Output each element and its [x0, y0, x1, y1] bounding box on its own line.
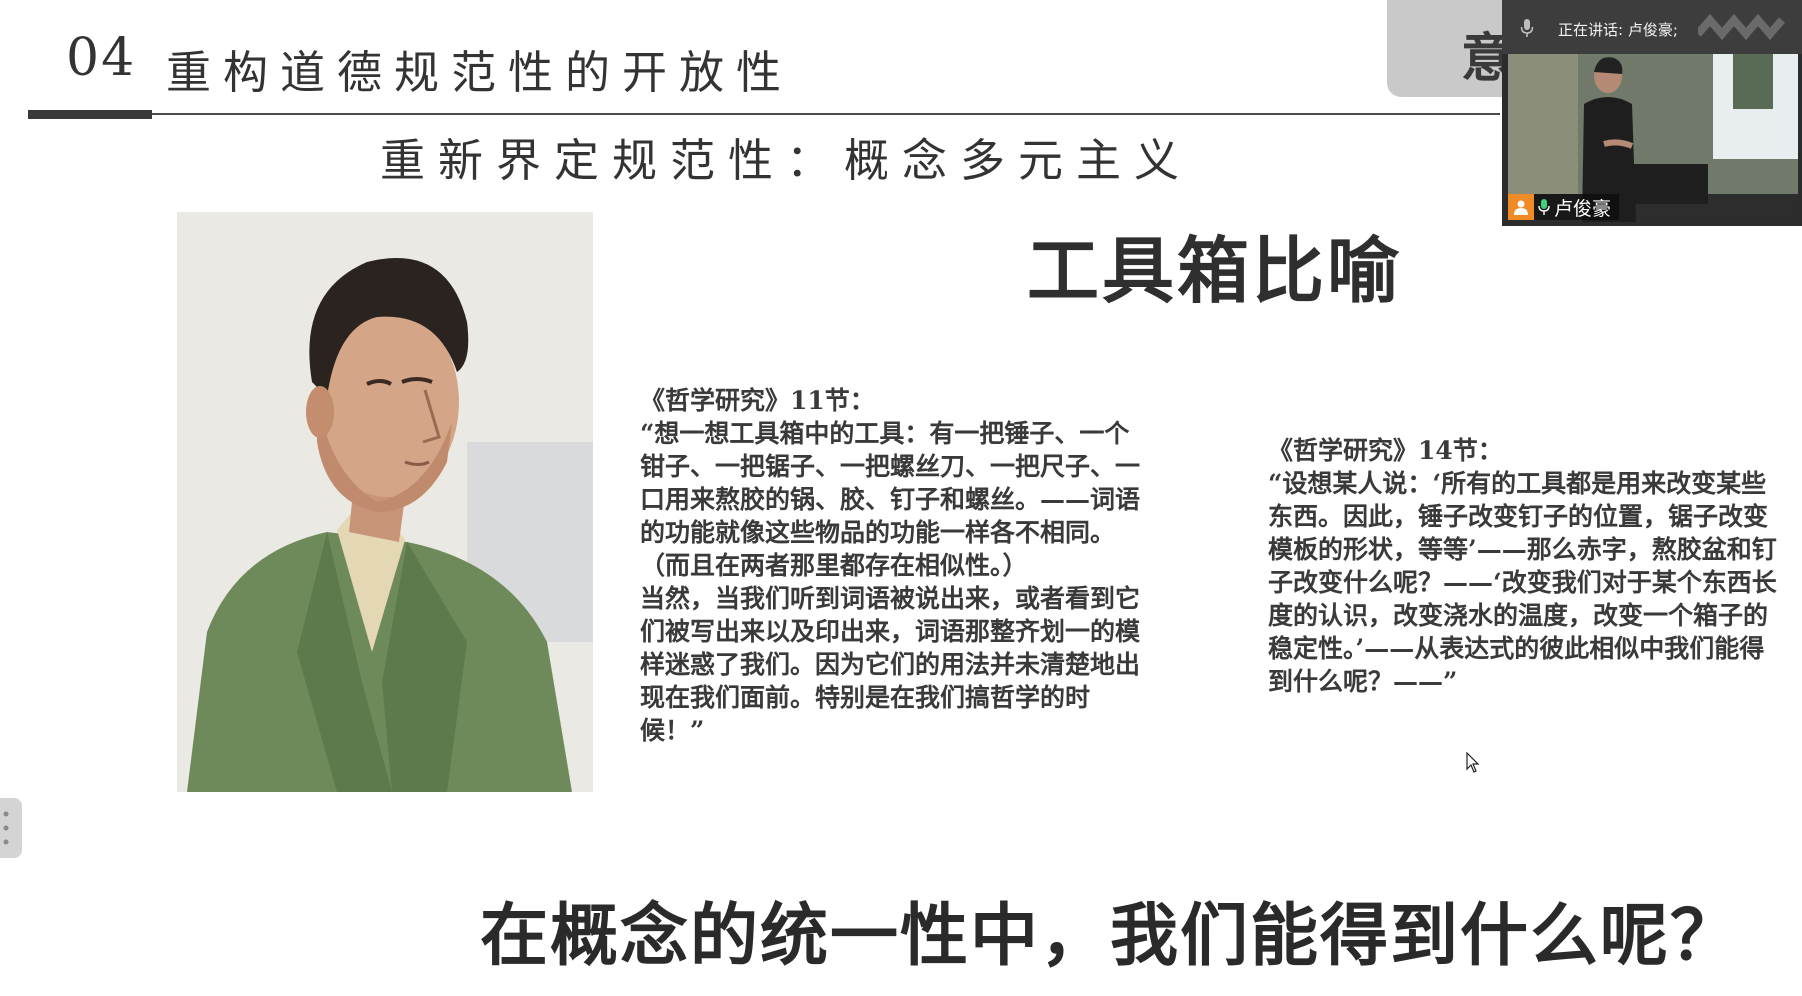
microphone-icon [1520, 18, 1534, 42]
quote-14-paragraph-1: “设想某人说：‘所有的工具都是用来改变某些东西。因此，锤子改变钉子的位置，锯子改… [1268, 469, 1777, 696]
header-rule [152, 113, 1500, 115]
quote-section-11: 《哲学研究》11节： “想一想工具箱中的工具：有一把锤子、一个钳子、一把锯子、一… [640, 384, 1140, 747]
section-title: 重构道德规范性的开放性 [166, 46, 794, 99]
signal-indicator [1698, 14, 1786, 41]
speaking-status-bar: 正在讲话: 卢俊豪; [1502, 0, 1802, 54]
quote-14-source: 《哲学研究》14节： [1268, 436, 1503, 465]
portrait-illustration [177, 212, 593, 792]
toolbox-heading: 工具箱比喻 [1027, 228, 1403, 313]
speaker-video-panel[interactable]: 正在讲话: 卢俊豪; 卢俊豪 [1502, 0, 1802, 226]
quote-section-14: 《哲学研究》14节： “设想某人说：‘所有的工具都是用来改变某些东西。因此，锤子… [1268, 434, 1788, 698]
microphone-active-icon [1538, 199, 1550, 215]
user-avatar-icon [1508, 194, 1534, 220]
speaker-name: 卢俊豪 [1554, 197, 1612, 220]
speaker-name-tag: 卢俊豪 [1508, 194, 1620, 220]
speaking-status-text: 正在讲话: 卢俊豪; [1558, 21, 1678, 39]
quote-11-paragraph-2: 当然，当我们听到词语被说出来，或者看到它们被写出来以及印出来，词语那整齐划一的模… [640, 584, 1141, 745]
header-rule-accent [28, 110, 152, 119]
drag-handle-icon [3, 808, 9, 850]
quote-11-paragraph-1: “想一想工具箱中的工具：有一把锤子、一个钳子、一把锯子、一把螺丝刀、一把尺子、一… [640, 419, 1141, 580]
section-number: 04 [66, 28, 137, 88]
mouse-cursor-icon [1466, 751, 1480, 778]
quote-11-source: 《哲学研究》11节： [640, 386, 875, 415]
portrait-image [177, 212, 593, 792]
slide-subtitle: 重新界定规范性：概念多元主义 [380, 134, 1193, 187]
side-panel-handle[interactable] [0, 798, 22, 858]
bottom-question: 在概念的统一性中，我们能得到什么呢？ [480, 896, 1741, 976]
